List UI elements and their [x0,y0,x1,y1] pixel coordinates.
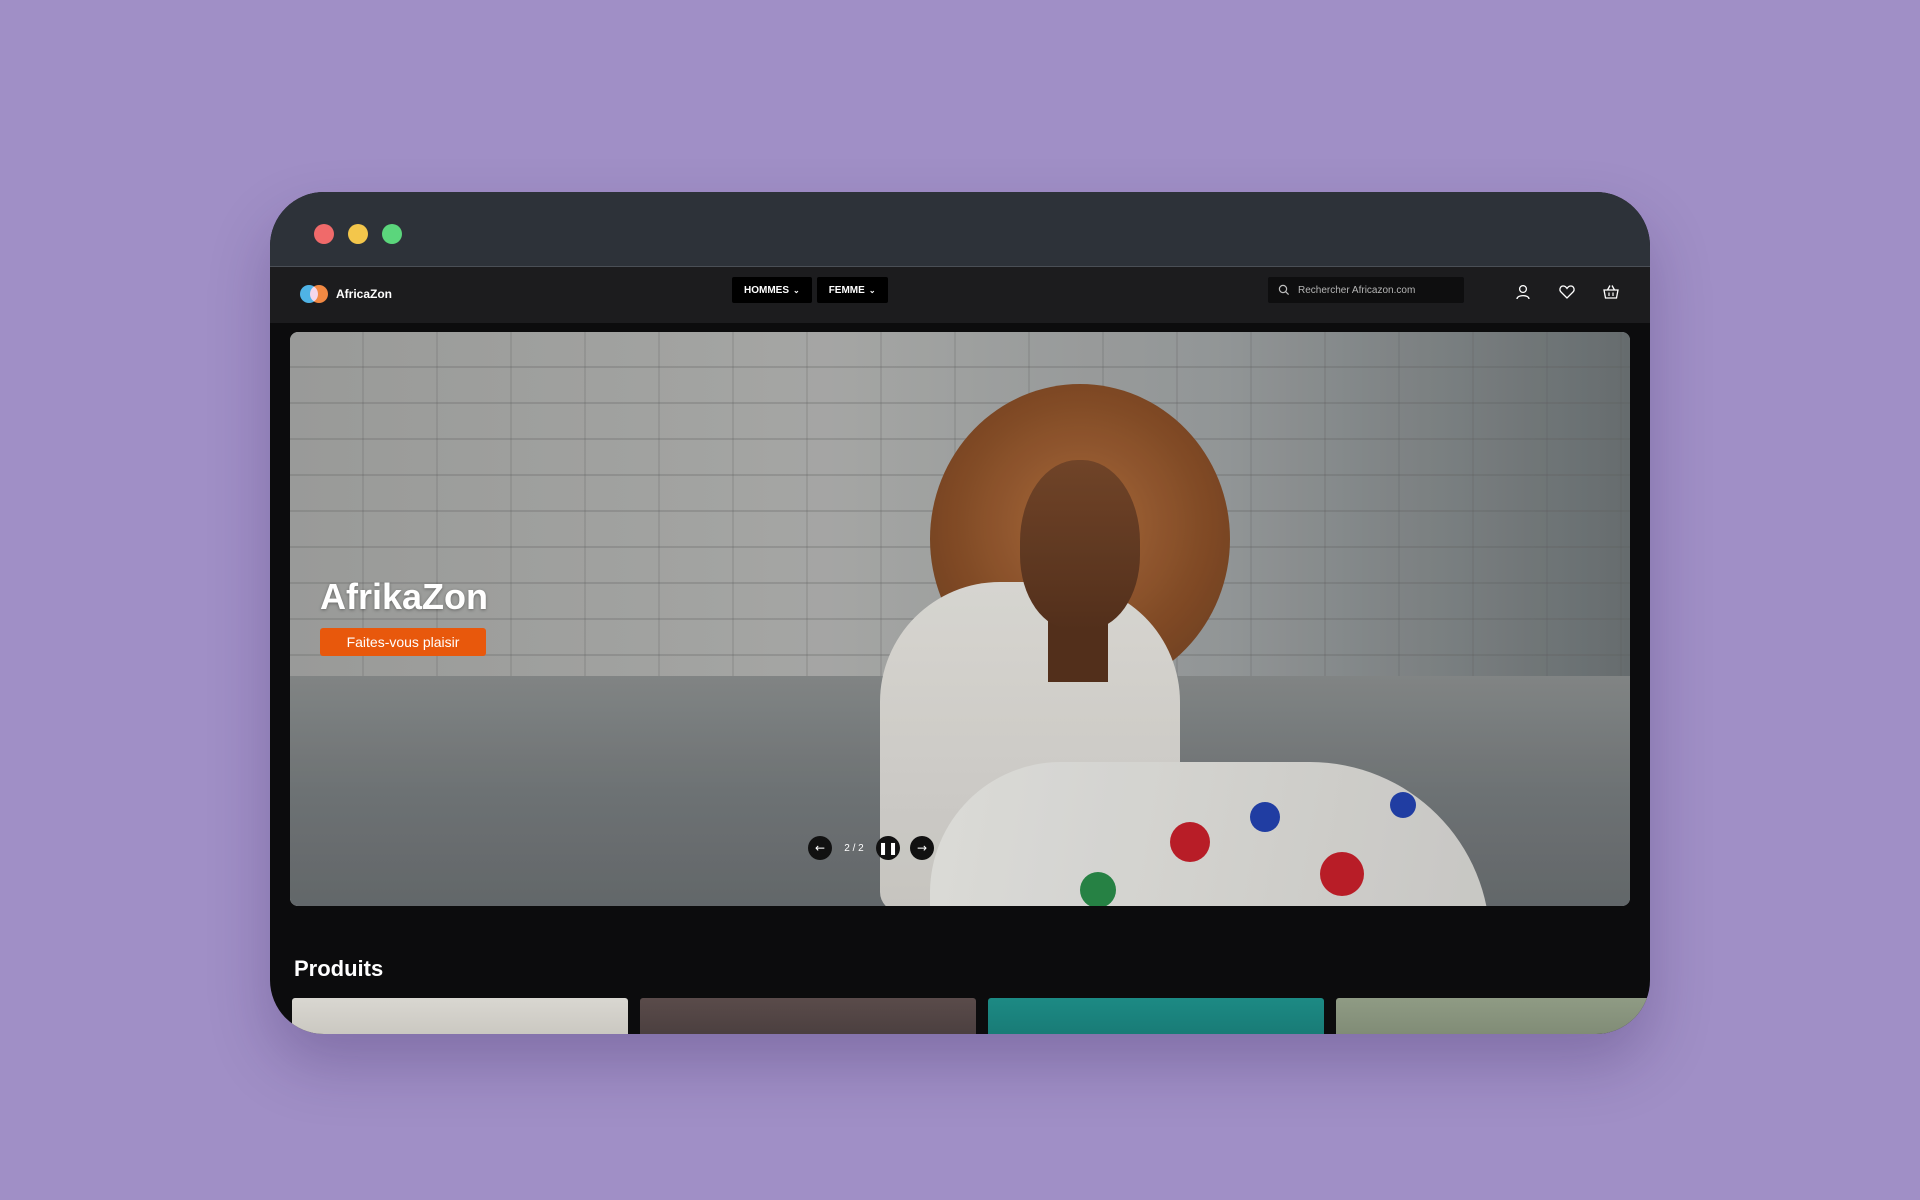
site-logo[interactable]: AfricaZon [300,285,392,303]
search-box[interactable] [1268,277,1464,303]
carousel-counter: 2 / 2 [844,842,864,854]
hero-banner: AfrikaZon Faites-vous plaisir ← 2 / 2 ❚❚… [290,332,1630,906]
site-navbar: AfricaZon HOMMES ⌄ FEMME ⌄ [270,266,1650,323]
logo-icon [300,285,328,303]
pause-icon: ❚❚ [877,841,899,855]
user-icon[interactable] [1514,283,1532,301]
hero-overlay [290,332,1630,906]
stage: AfricaZon HOMMES ⌄ FEMME ⌄ Rechercher Af… [0,0,1920,1200]
carousel-controls: ← 2 / 2 ❚❚ → [808,836,934,860]
products-heading: Produits [294,956,384,981]
carousel-prev-button[interactable]: ← [808,836,832,860]
carousel-next-button[interactable]: → [910,836,934,860]
maximize-window-button[interactable] [382,224,402,244]
menu-hommes[interactable]: HOMMES ⌄ [732,277,812,303]
arrow-right-icon: → [916,841,928,855]
products-grid [292,998,1650,1034]
window-titlebar [270,192,1650,266]
close-window-button[interactable] [314,224,334,244]
browser-window: AfricaZon HOMMES ⌄ FEMME ⌄ Rechercher Af… [270,192,1650,1034]
product-card[interactable] [292,998,628,1034]
menu-femme[interactable]: FEMME ⌄ [816,277,888,303]
search-icon [1278,284,1290,296]
product-card[interactable] [1336,998,1650,1034]
minimize-window-button[interactable] [348,224,368,244]
heart-icon[interactable] [1558,283,1576,301]
hero-cta-button[interactable]: Faites-vous plaisir [320,628,486,656]
hero-title: AfrikaZon [320,576,489,617]
carousel-pause-button[interactable]: ❚❚ [876,836,900,860]
menu-hommes-label: HOMMES [744,284,789,296]
product-card[interactable] [988,998,1324,1034]
menu-femme-label: FEMME [828,284,865,296]
product-card[interactable] [640,998,976,1034]
chevron-down-icon: ⌄ [868,285,876,295]
chevron-down-icon: ⌄ [793,285,800,295]
search-input[interactable] [1298,284,1448,296]
main-menu: HOMMES ⌄ FEMME ⌄ [732,277,888,303]
logo-circle-orange [310,285,328,303]
basket-icon[interactable] [1602,283,1620,301]
arrow-left-icon: ← [814,841,826,855]
nav-icon-group [1514,283,1620,301]
brand-name: AfricaZon [336,287,393,301]
